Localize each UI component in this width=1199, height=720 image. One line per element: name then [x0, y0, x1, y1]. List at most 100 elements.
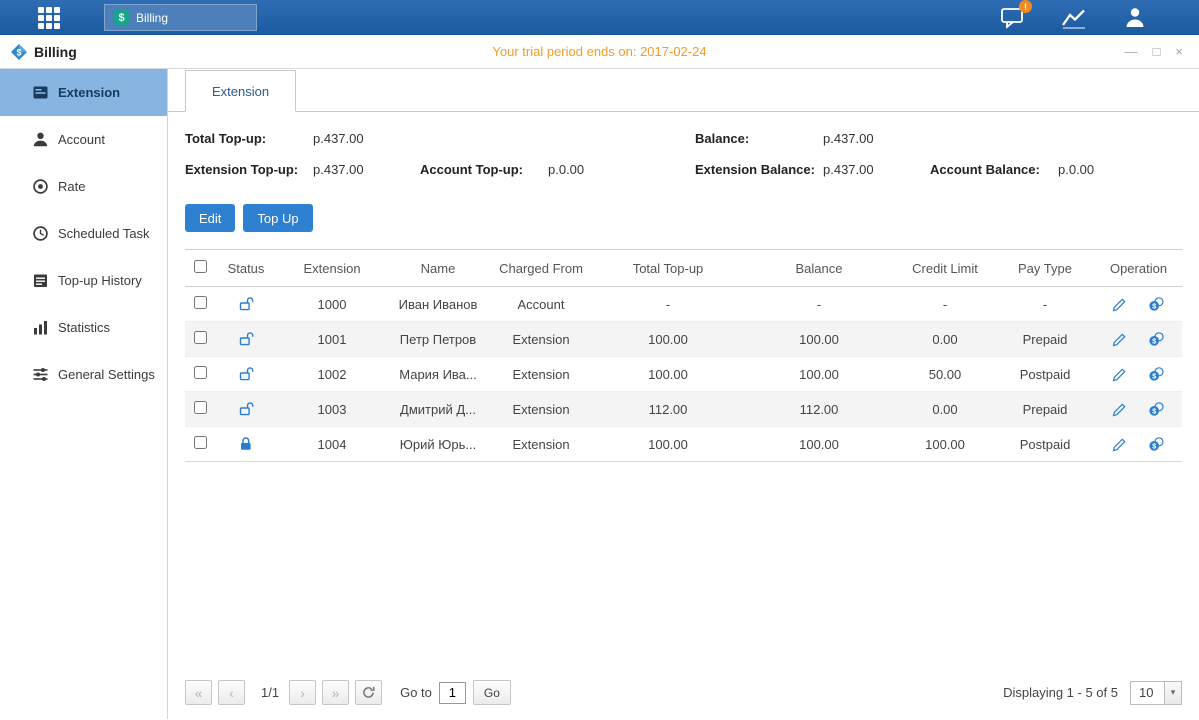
extensions-table: Status Extension Name Charged From Total… — [185, 249, 1182, 462]
chart-icon[interactable] — [1061, 7, 1087, 29]
summary-label: Balance: — [695, 131, 823, 146]
table-row[interactable]: 1000 Иван Иванов Account - - - - $ — [185, 287, 1182, 322]
prev-page-button[interactable]: ‹ — [218, 680, 245, 705]
lock-open-icon — [238, 401, 254, 416]
summary-account-balance: Account Balance: p.0.00 — [930, 158, 1182, 180]
lock-open-icon — [238, 331, 254, 346]
summary-total-topup: Total Top-up: p.437.00 — [185, 127, 420, 149]
credit-limit-cell: 50.00 — [895, 357, 995, 392]
minimize-button[interactable]: — — [1125, 44, 1138, 59]
edit-icon[interactable] — [1112, 297, 1127, 312]
sidebar-item-topup-history[interactable]: Top-up History — [0, 257, 167, 304]
scheduled-task-icon — [32, 225, 49, 242]
sidebar-item-extension[interactable]: Extension — [0, 69, 167, 116]
column-header-extension: Extension — [277, 250, 387, 287]
lock-open-icon — [238, 296, 254, 311]
table-row[interactable]: 1002 Мария Ива... Extension 100.00 100.0… — [185, 357, 1182, 392]
sidebar-item-statistics[interactable]: Statistics — [0, 304, 167, 351]
checkbox-cell — [185, 287, 215, 322]
topbar-tab-label: Billing — [136, 11, 168, 25]
row-checkbox[interactable] — [194, 401, 207, 414]
top-up-button[interactable]: Top Up — [243, 204, 312, 232]
top-up-icon[interactable]: $ — [1148, 331, 1165, 347]
tab-extension[interactable]: Extension — [185, 70, 296, 112]
goto-input[interactable] — [439, 682, 466, 704]
summary-value: p.437.00 — [823, 131, 874, 146]
column-header-status: Status — [215, 250, 277, 287]
row-checkbox[interactable] — [194, 436, 207, 449]
notification-badge: ! — [1019, 0, 1032, 13]
status-cell — [215, 427, 277, 462]
checkbox-cell — [185, 357, 215, 392]
sidebar: Extension Account Rate Scheduled Task — [0, 69, 168, 719]
pay-type-cell: - — [995, 287, 1095, 322]
extension-cell: 1000 — [277, 287, 387, 322]
summary-extension-topup: Extension Top-up: p.437.00 — [185, 158, 420, 180]
total-topup-cell: 112.00 — [593, 392, 743, 427]
page-indicator: 1/1 — [261, 685, 279, 700]
status-cell — [215, 357, 277, 392]
refresh-button[interactable] — [355, 680, 382, 705]
top-up-icon[interactable]: $ — [1148, 296, 1165, 312]
checkbox-cell — [185, 322, 215, 357]
top-up-icon[interactable]: $ — [1148, 401, 1165, 417]
close-button[interactable]: × — [1175, 44, 1183, 59]
extension-cell: 1002 — [277, 357, 387, 392]
select-all-checkbox[interactable] — [194, 260, 207, 273]
operation-cell: $ — [1095, 357, 1182, 392]
row-checkbox[interactable] — [194, 366, 207, 379]
table-row[interactable]: 1003 Дмитрий Д... Extension 112.00 112.0… — [185, 392, 1182, 427]
edit-icon[interactable] — [1112, 437, 1127, 452]
row-checkbox[interactable] — [194, 296, 207, 309]
page-size-select[interactable]: 10 ▾ — [1130, 681, 1182, 705]
apps-grid-icon[interactable] — [38, 7, 60, 29]
go-button[interactable]: Go — [473, 680, 511, 705]
total-topup-cell: 100.00 — [593, 357, 743, 392]
status-cell — [215, 287, 277, 322]
summary-label: Extension Top-up: — [185, 162, 313, 177]
balance-cell: 100.00 — [743, 322, 895, 357]
table-row[interactable]: 1004 Юрий Юрь... Extension 100.00 100.00… — [185, 427, 1182, 462]
total-topup-cell: 100.00 — [593, 322, 743, 357]
table-header-row: Status Extension Name Charged From Total… — [185, 250, 1182, 287]
topbar: $ Billing ! — [0, 0, 1199, 35]
column-header-total-topup: Total Top-up — [593, 250, 743, 287]
user-icon[interactable] — [1123, 6, 1147, 29]
row-checkbox[interactable] — [194, 331, 207, 344]
page-size-value: 10 — [1131, 685, 1164, 700]
refresh-icon — [362, 686, 375, 699]
edit-icon[interactable] — [1112, 402, 1127, 417]
summary-label: Account Balance: — [930, 162, 1058, 177]
summary-label: Extension Balance: — [695, 162, 823, 177]
charged-from-cell: Extension — [489, 357, 593, 392]
table-row[interactable]: 1001 Петр Петров Extension 100.00 100.00… — [185, 322, 1182, 357]
sidebar-item-label: Rate — [58, 179, 85, 194]
sidebar-item-label: Extension — [58, 85, 120, 100]
pay-type-cell: Postpaid — [995, 357, 1095, 392]
first-page-button[interactable]: « — [185, 680, 212, 705]
sidebar-item-account[interactable]: Account — [0, 116, 167, 163]
sidebar-item-rate[interactable]: Rate — [0, 163, 167, 210]
credit-limit-cell: 0.00 — [895, 322, 995, 357]
next-page-button[interactable]: › — [289, 680, 316, 705]
app-title: Billing — [34, 44, 77, 60]
sidebar-item-general-settings[interactable]: General Settings — [0, 351, 167, 398]
top-up-icon[interactable]: $ — [1148, 436, 1165, 452]
credit-limit-cell: - — [895, 287, 995, 322]
edit-button[interactable]: Edit — [185, 204, 235, 232]
edit-icon[interactable] — [1112, 367, 1127, 382]
sidebar-item-label: Account — [58, 132, 105, 147]
summary-label: Account Top-up: — [420, 162, 548, 177]
general-settings-icon — [32, 366, 49, 383]
svg-text:$: $ — [16, 47, 21, 57]
credit-limit-cell: 100.00 — [895, 427, 995, 462]
sidebar-item-scheduled-task[interactable]: Scheduled Task — [0, 210, 167, 257]
maximize-button[interactable]: □ — [1153, 44, 1161, 59]
edit-icon[interactable] — [1112, 332, 1127, 347]
top-up-icon[interactable]: $ — [1148, 366, 1165, 382]
chat-icon[interactable]: ! — [1000, 6, 1025, 29]
charged-from-cell: Extension — [489, 322, 593, 357]
action-bar: Edit Top Up — [168, 180, 1199, 232]
topbar-tab-billing[interactable]: $ Billing — [104, 4, 257, 31]
last-page-button[interactable]: » — [322, 680, 349, 705]
